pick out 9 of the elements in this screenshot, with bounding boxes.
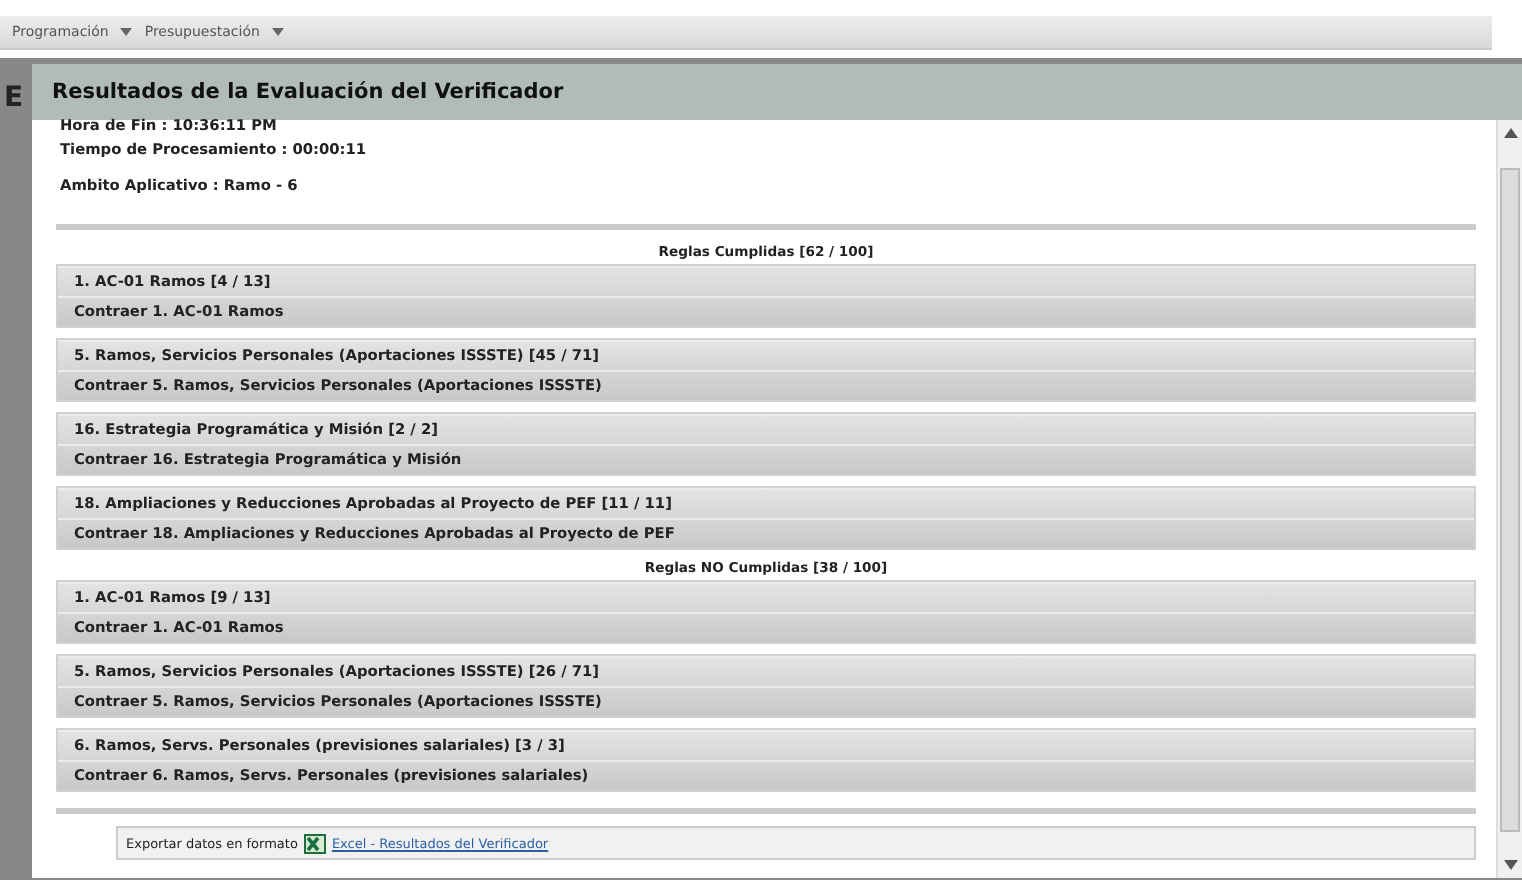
scroll-up-icon[interactable] [1503, 128, 1517, 138]
scrollbar[interactable] [1496, 120, 1522, 878]
dialog-title: Resultados de la Evaluación del Verificador [52, 80, 564, 104]
spreadsheet-icon [303, 833, 326, 853]
caret-icon [120, 28, 133, 36]
page-heading: E [4, 82, 24, 114]
caret-icon [271, 28, 284, 36]
scroll-thumb[interactable] [1500, 167, 1520, 831]
scroll-down-icon[interactable] [1503, 860, 1517, 870]
